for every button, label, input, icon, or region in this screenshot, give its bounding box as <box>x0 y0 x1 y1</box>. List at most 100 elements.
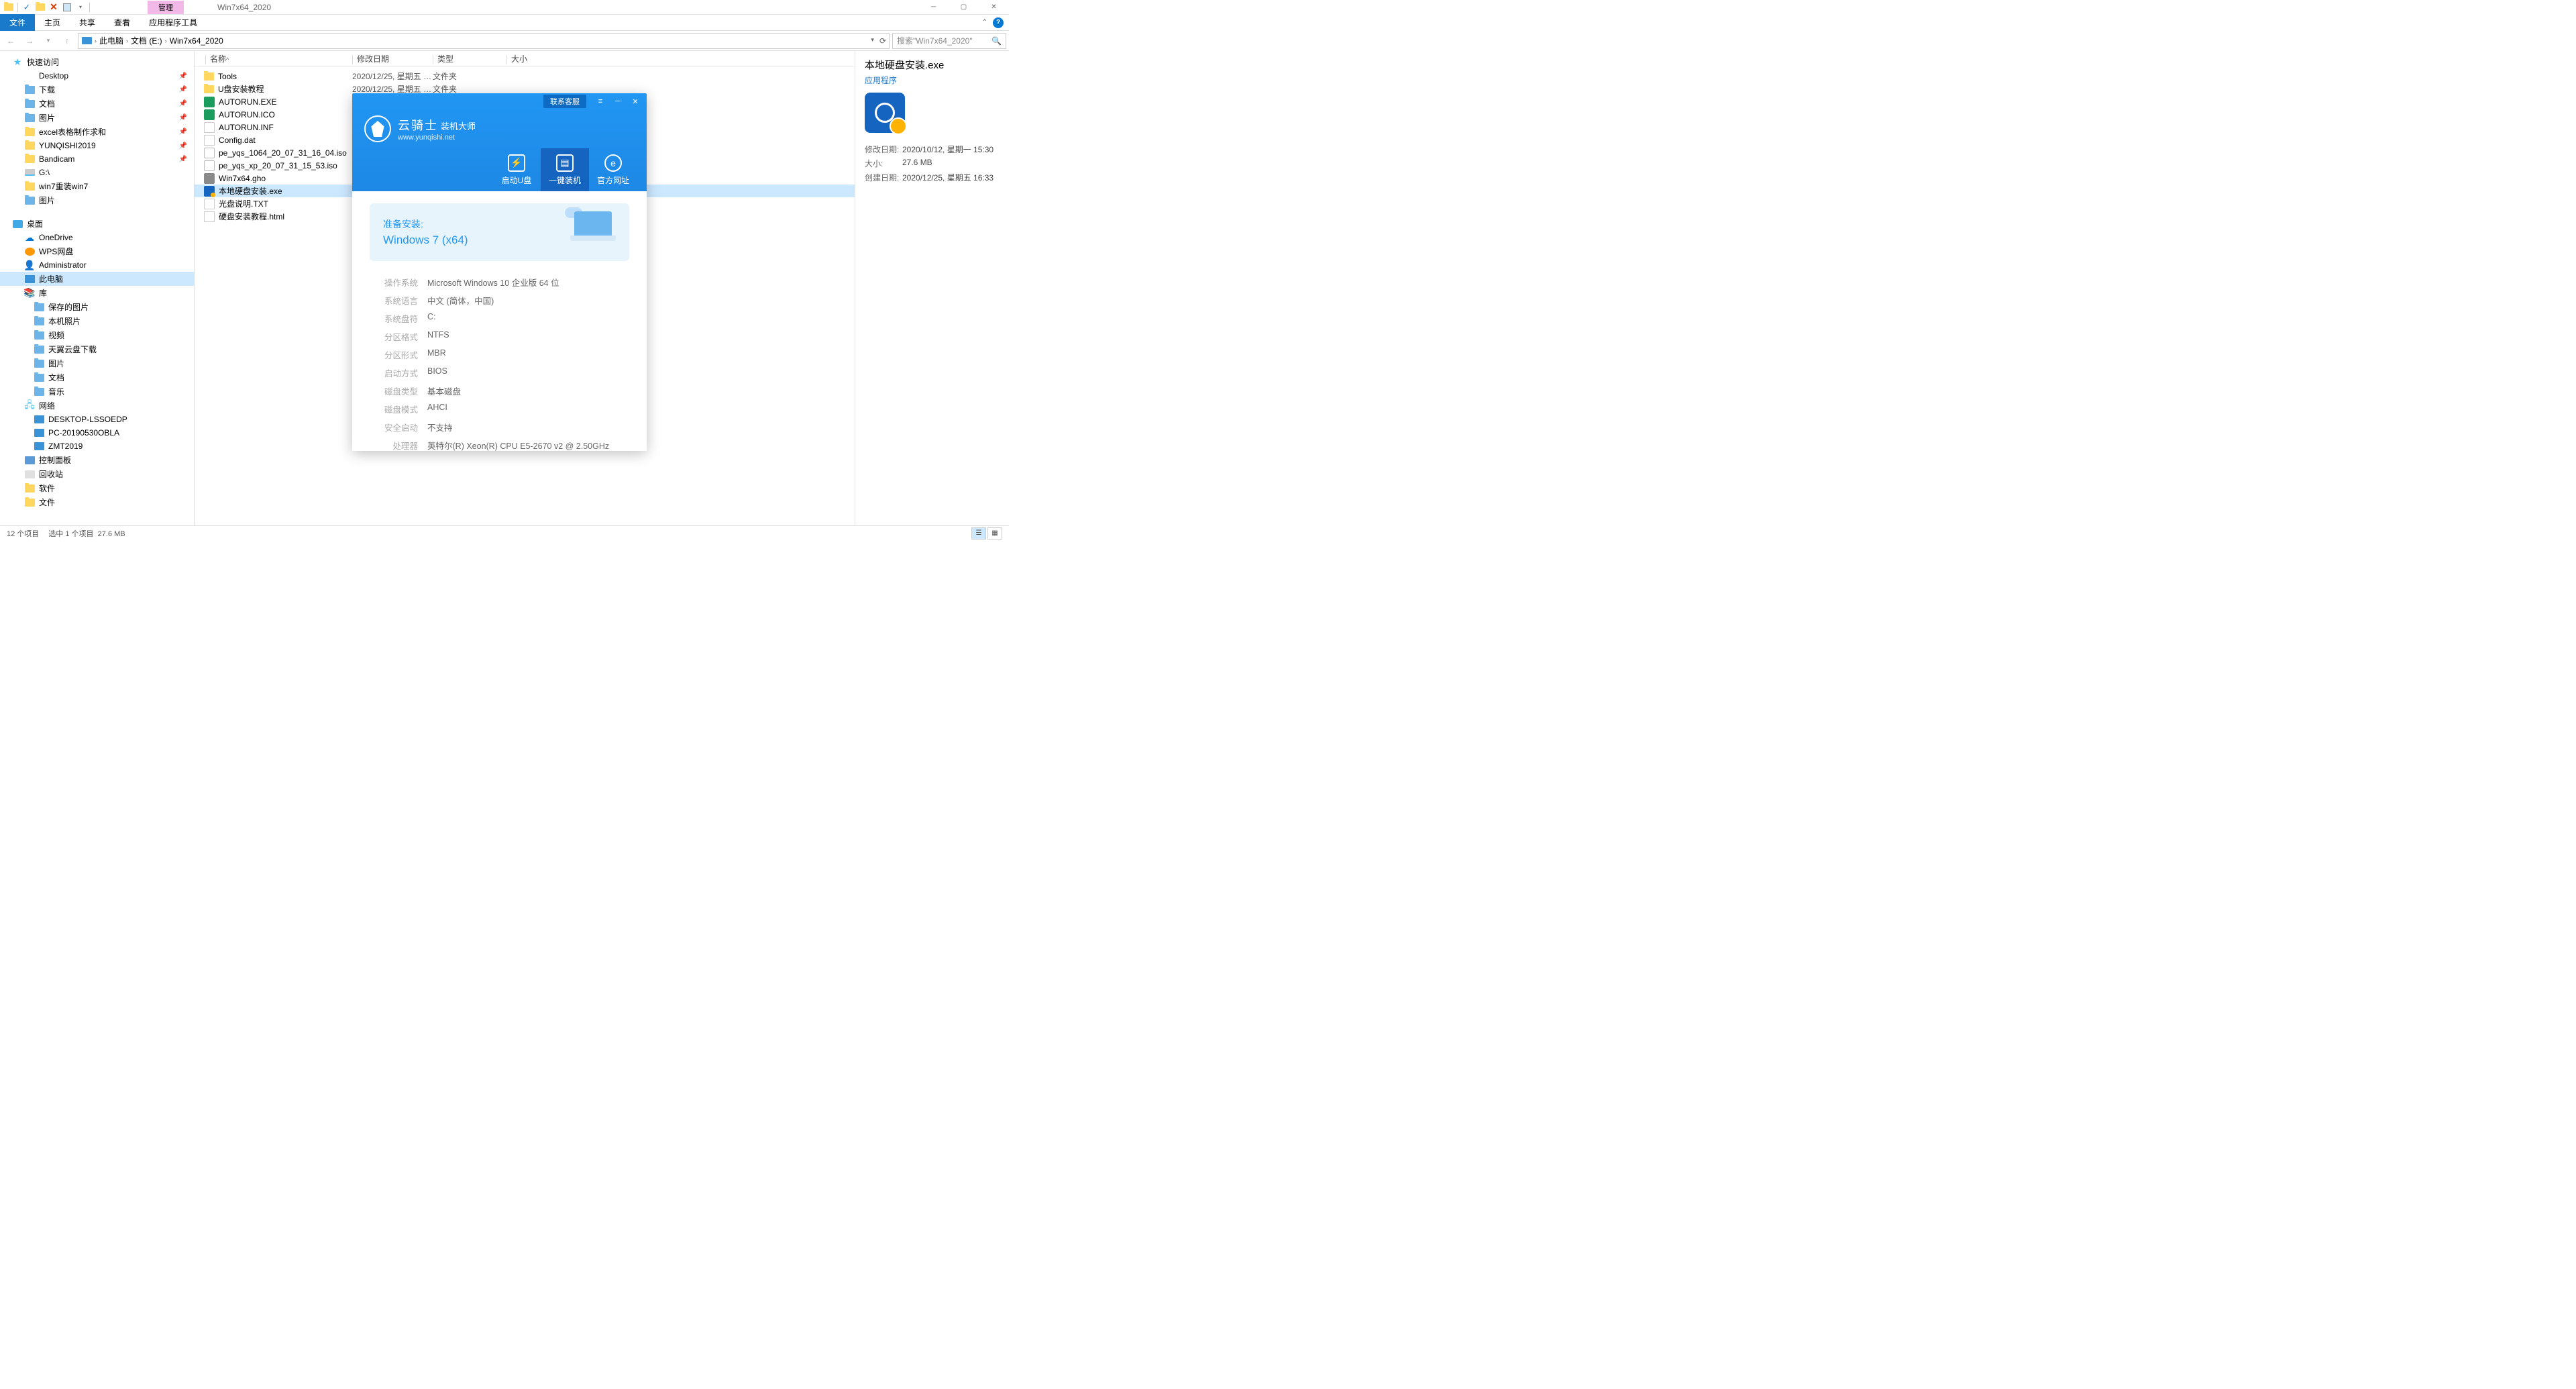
nav-forward-button[interactable]: → <box>21 33 38 49</box>
yq-nav-usb[interactable]: ⚡ 启动U盘 <box>492 148 541 191</box>
ribbon-tab-file[interactable]: 文件 <box>0 14 35 31</box>
ribbon-tab-view[interactable]: 查看 <box>105 14 140 31</box>
nav-item[interactable]: 下载📌 <box>0 83 194 97</box>
nav-item[interactable]: 🖧网络 <box>0 399 194 413</box>
breadcrumb[interactable]: 文档 (E:) <box>131 35 162 46</box>
breadcrumb[interactable]: 此电脑 <box>99 35 123 46</box>
nav-item[interactable]: 图片 <box>0 193 194 207</box>
refresh-icon[interactable]: ⟳ <box>879 36 886 46</box>
chevron-right-icon[interactable]: › <box>95 38 97 44</box>
yq-nav-website[interactable]: e 官方网址 <box>589 148 637 191</box>
folder-icon <box>24 127 35 138</box>
file-row[interactable]: Tools2020/12/25, 星期五 1...文件夹 <box>195 70 855 83</box>
minimize-button[interactable]: ─ <box>918 0 949 14</box>
yq-contact-button[interactable]: 联系客服 <box>543 95 586 108</box>
address-bar[interactable]: › 此电脑 › 文档 (E:) › Win7x64_2020 ▾ ⟳ <box>78 33 890 49</box>
qat-dropdown-icon[interactable]: ▾ <box>74 1 87 13</box>
nav-icon <box>24 483 35 494</box>
quick-access-toolbar: ✓ ✕ ▾ <box>0 0 94 14</box>
column-headers[interactable]: 名称^ 修改日期 类型 大小 <box>195 51 855 67</box>
col-date[interactable]: 修改日期 <box>352 53 433 64</box>
yq-logo-icon <box>364 115 391 142</box>
nav-item[interactable]: 本机照片 <box>0 314 194 328</box>
delete-icon[interactable]: ✕ <box>48 1 60 13</box>
nav-icon: ☁ <box>24 232 35 243</box>
search-icon[interactable]: 🔍 <box>991 36 1002 46</box>
breadcrumb[interactable]: Win7x64_2020 <box>170 36 223 46</box>
nav-item[interactable]: 📚库 <box>0 286 194 300</box>
nav-item[interactable]: G:\ <box>0 166 194 179</box>
col-type[interactable]: 类型 <box>433 53 506 64</box>
close-button[interactable]: ✕ <box>979 0 1009 14</box>
chevron-down-icon[interactable]: ▾ <box>871 36 874 46</box>
nav-item[interactable]: excel表格制作求和📌 <box>0 125 194 139</box>
pin-icon: 📌 <box>179 114 187 121</box>
nav-icon <box>34 344 44 355</box>
chevron-right-icon[interactable]: › <box>126 38 128 44</box>
iso-icon <box>204 148 215 158</box>
nav-item[interactable]: Desktop📌 <box>0 69 194 83</box>
nav-item[interactable]: 音乐 <box>0 384 194 399</box>
folder-icon <box>24 140 35 151</box>
folder-icon <box>204 72 214 81</box>
ribbon-tab-share[interactable]: 共享 <box>70 14 105 31</box>
ribbon-expand-icon[interactable]: ⌃ <box>982 19 987 26</box>
nav-item[interactable]: Bandicam📌 <box>0 152 194 166</box>
folder-icon <box>204 85 214 93</box>
nav-icon <box>24 246 35 257</box>
yq-minimize-button[interactable]: ─ <box>610 95 625 107</box>
yq-nav-install[interactable]: ▤ 一键装机 <box>541 148 589 191</box>
properties-icon[interactable]: ✓ <box>21 1 33 13</box>
nav-item[interactable]: 文档 <box>0 370 194 384</box>
ribbon-tab-home[interactable]: 主页 <box>35 14 70 31</box>
pin-icon: 📌 <box>179 86 187 93</box>
nav-back-button[interactable]: ← <box>3 33 19 49</box>
nav-item[interactable]: 👤Administrator <box>0 258 194 272</box>
nav-item[interactable]: 回收站 <box>0 467 194 481</box>
nav-up-button[interactable]: ↑ <box>59 33 75 49</box>
search-input[interactable]: 搜索"Win7x64_2020" 🔍 <box>892 33 1006 49</box>
navigation-pane: ★快速访问 Desktop📌下载📌文档📌图片📌excel表格制作求和📌YUNQI… <box>0 51 195 525</box>
usb-icon: ⚡ <box>508 154 525 172</box>
folder-icon[interactable] <box>3 1 15 13</box>
new-folder-icon[interactable] <box>34 1 46 13</box>
nav-recent-button[interactable]: ▾ <box>40 33 56 49</box>
nav-item[interactable]: 控制面板 <box>0 453 194 467</box>
nav-item[interactable]: 图片📌 <box>0 111 194 125</box>
nav-item[interactable]: 软件 <box>0 481 194 495</box>
nav-item[interactable]: 文档📌 <box>0 97 194 111</box>
maximize-button[interactable]: ▢ <box>949 0 979 14</box>
nav-item[interactable]: 视频 <box>0 328 194 342</box>
col-name[interactable]: 名称^ <box>201 53 352 64</box>
ribbon-tab-apptools[interactable]: 应用程序工具 <box>140 14 207 31</box>
chevron-right-icon[interactable]: › <box>165 38 167 44</box>
nav-item[interactable]: 文件 <box>0 495 194 509</box>
nav-item[interactable]: PC-20190530OBLA <box>0 426 194 440</box>
nav-quick-access[interactable]: ★快速访问 <box>0 55 194 69</box>
yq-menu-icon[interactable]: ≡ <box>593 95 608 107</box>
nav-item[interactable]: ☁OneDrive <box>0 231 194 244</box>
nav-item[interactable]: YUNQISHI2019📌 <box>0 139 194 152</box>
yq-system-info: 操作系统Microsoft Windows 10 企业版 64 位系统语言中文 … <box>370 273 629 451</box>
view-details-button[interactable]: ☰ <box>971 527 986 539</box>
rename-icon[interactable] <box>61 1 73 13</box>
nav-icon <box>24 455 35 466</box>
help-icon[interactable]: ? <box>993 17 1004 28</box>
html-icon <box>204 211 215 222</box>
view-thumbnails-button[interactable]: ▦ <box>987 527 1002 539</box>
nav-item[interactable]: 保存的图片 <box>0 300 194 314</box>
yq-close-button[interactable]: ✕ <box>628 95 643 107</box>
nav-item[interactable]: 图片 <box>0 356 194 370</box>
ribbon-context-tab[interactable]: 管理 <box>148 1 184 14</box>
status-selection: 选中 1 个项目 27.6 MB <box>48 528 125 539</box>
nav-item[interactable]: WPS网盘 <box>0 244 194 258</box>
details-title: 本地硬盘安装.exe <box>865 58 1000 72</box>
nav-desktop[interactable]: 桌面 <box>0 217 194 231</box>
details-type: 应用程序 <box>865 74 1000 86</box>
nav-item[interactable]: win7重装win7 <box>0 179 194 193</box>
col-size[interactable]: 大小 <box>506 53 560 64</box>
nav-item[interactable]: ZMT2019 <box>0 440 194 453</box>
nav-item[interactable]: 此电脑 <box>0 272 194 286</box>
nav-item[interactable]: 天翼云盘下载 <box>0 342 194 356</box>
nav-item[interactable]: DESKTOP-LSSOEDP <box>0 413 194 426</box>
